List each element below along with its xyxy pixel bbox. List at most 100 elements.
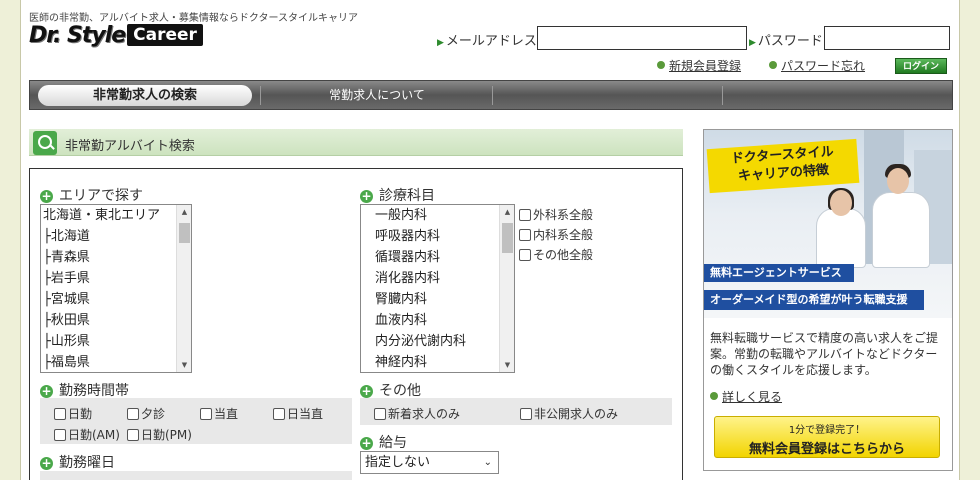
nav-tab-fulltime[interactable]: 常勤求人について bbox=[262, 81, 492, 109]
plus-icon: + bbox=[360, 384, 373, 398]
list-item[interactable]: ├宮城県 bbox=[41, 289, 191, 310]
list-item[interactable]: 消化器内科 bbox=[361, 268, 514, 289]
checkbox-internal-all[interactable]: 内科系全般 bbox=[519, 226, 593, 243]
salary-select[interactable]: 指定しない ⌄ bbox=[360, 451, 499, 474]
checkbox-surgery-all[interactable]: 外科系全般 bbox=[519, 206, 593, 223]
list-item[interactable]: 循環器内科 bbox=[361, 247, 514, 268]
email-label: ▶ メールアドレス bbox=[437, 34, 537, 49]
password-input[interactable] bbox=[824, 26, 950, 50]
free-register-button[interactable]: 1分で登録完了！ 無料会員登録はこちらから bbox=[714, 416, 940, 458]
checkbox-private-only[interactable]: 非公開求人のみ bbox=[520, 405, 618, 422]
other-heading: + その他 bbox=[360, 383, 421, 399]
site-logo[interactable]: Dr. Style Career bbox=[29, 22, 203, 48]
sidebar-description: 無料転職サービスで精度の高い求人をご提案。常勤の転職やアルバイトなどドクターの働… bbox=[710, 331, 939, 377]
doctor-female-figure bbox=[816, 208, 866, 268]
weekday-options-area bbox=[40, 471, 352, 480]
nav-divider bbox=[492, 86, 493, 105]
specialty-heading: + 診療科目 bbox=[360, 188, 435, 204]
email-input[interactable] bbox=[537, 26, 747, 50]
checkbox-day-am[interactable]: 日勤(AM) bbox=[54, 426, 120, 443]
list-item[interactable]: ├岩手県 bbox=[41, 268, 191, 289]
nav-tab-parttime-search[interactable]: 非常勤求人の検索 bbox=[38, 85, 252, 106]
search-section-header: 非常勤アルバイト検索 bbox=[29, 129, 683, 156]
nav-divider bbox=[722, 86, 723, 105]
checkbox-box[interactable] bbox=[127, 429, 139, 441]
checkbox-box[interactable] bbox=[374, 408, 386, 420]
chevron-down-icon: ⌄ bbox=[483, 457, 492, 468]
checkbox-box[interactable] bbox=[54, 408, 66, 420]
checkbox-box[interactable] bbox=[200, 408, 212, 420]
area-heading: + エリアで探す bbox=[40, 188, 143, 204]
page-frame: 医師の非常勤、アルバイト求人・募集情報ならドクタースタイルキャリア Dr. St… bbox=[20, 0, 960, 480]
list-item[interactable]: ├秋田県 bbox=[41, 310, 191, 331]
banner-title-tag: ドクタースタイル キャリアの特徴 bbox=[706, 138, 860, 194]
sidebar-feature-box: ドクタースタイル キャリアの特徴 無料エージェントサービス オーダーメイド型の希… bbox=[703, 129, 953, 471]
plus-icon: + bbox=[40, 384, 53, 398]
checkbox-box[interactable] bbox=[127, 408, 139, 420]
scroll-up-icon[interactable]: ▲ bbox=[177, 205, 191, 219]
specialty-listbox[interactable]: 一般内科 呼吸器内科 循環器内科 消化器内科 腎臓内科 血液内科 内分泌代謝内科… bbox=[360, 204, 515, 373]
checkbox-box[interactable] bbox=[273, 408, 285, 420]
list-item[interactable]: 北海道・東北エリア bbox=[41, 205, 191, 226]
scroll-thumb[interactable] bbox=[502, 223, 513, 253]
weekday-heading: + 勤務曜日 bbox=[40, 455, 115, 471]
bullet-icon bbox=[769, 61, 777, 69]
register-link[interactable]: 新規会員登録 bbox=[657, 57, 741, 74]
checkbox-other-all[interactable]: その他全般 bbox=[519, 246, 593, 263]
search-panel: + エリアで探す 北海道・東北エリア ├北海道 ├青森県 ├岩手県 ├宮城県 ├秋… bbox=[29, 168, 683, 480]
login-button[interactable]: ログイン bbox=[895, 58, 947, 74]
ribbon-agent-service: 無料エージェントサービス bbox=[704, 264, 854, 282]
checkbox-new-only[interactable]: 新着求人のみ bbox=[374, 405, 460, 422]
forgot-password-link[interactable]: パスワード忘れ bbox=[769, 57, 865, 74]
doctor-male-figure bbox=[872, 192, 930, 268]
list-item[interactable]: ├山形県 bbox=[41, 331, 191, 352]
plus-icon: + bbox=[40, 189, 53, 203]
scroll-down-icon[interactable]: ▼ bbox=[500, 358, 514, 372]
scroll-up-icon[interactable]: ▲ bbox=[500, 205, 514, 219]
logo-dr-text: Dr. Style bbox=[29, 22, 126, 48]
cta-subtext: 1分で登録完了！ bbox=[788, 425, 866, 436]
bullet-icon bbox=[710, 392, 718, 400]
list-item[interactable]: 呼吸器内科 bbox=[361, 226, 514, 247]
list-item[interactable]: ├青森県 bbox=[41, 247, 191, 268]
list-item[interactable]: ├福島県 bbox=[41, 352, 191, 372]
hours-heading: + 勤務時間帯 bbox=[40, 383, 129, 399]
list-item[interactable]: 神経内科 bbox=[361, 352, 514, 372]
checkbox-box[interactable] bbox=[520, 408, 532, 420]
plus-icon: + bbox=[40, 456, 53, 470]
list-item[interactable]: 一般内科 bbox=[361, 205, 514, 226]
scrollbar[interactable]: ▲ ▼ bbox=[499, 205, 514, 372]
list-item[interactable]: 腎臓内科 bbox=[361, 289, 514, 310]
plus-icon: + bbox=[360, 189, 373, 203]
checkbox-day-pm[interactable]: 日勤(PM) bbox=[127, 426, 192, 443]
checkbox-box[interactable] bbox=[519, 209, 531, 221]
more-details-link[interactable]: 詳しく見る bbox=[710, 388, 782, 405]
list-item[interactable]: ├北海道 bbox=[41, 226, 191, 247]
checkbox-day-night[interactable]: 日当直 bbox=[273, 405, 323, 422]
bullet-icon bbox=[657, 61, 665, 69]
cta-label: 無料会員登録はこちらから bbox=[748, 442, 905, 457]
checkbox-box[interactable] bbox=[519, 249, 531, 261]
triangle-right-icon: ▶ bbox=[749, 38, 756, 48]
triangle-right-icon: ▶ bbox=[437, 38, 444, 48]
checkbox-evening[interactable]: 夕診 bbox=[127, 405, 165, 422]
magnifier-icon bbox=[33, 131, 57, 155]
checkbox-night[interactable]: 当直 bbox=[200, 405, 238, 422]
checkbox-box[interactable] bbox=[519, 229, 531, 241]
main-nav: 非常勤求人の検索 常勤求人について bbox=[29, 80, 953, 110]
logo-career-text: Career bbox=[127, 24, 203, 46]
ribbon-ordermade-support: オーダーメイド型の希望が叶う転職支援 bbox=[704, 290, 924, 310]
feature-banner[interactable]: ドクタースタイル キャリアの特徴 無料エージェントサービス オーダーメイド型の希… bbox=[704, 130, 952, 318]
scroll-thumb[interactable] bbox=[179, 223, 190, 243]
scrollbar[interactable]: ▲ ▼ bbox=[176, 205, 191, 372]
list-item[interactable]: 内分泌代謝内科 bbox=[361, 331, 514, 352]
list-item[interactable]: 血液内科 bbox=[361, 310, 514, 331]
password-label: ▶ パスワード bbox=[749, 34, 823, 49]
checkbox-day[interactable]: 日勤 bbox=[54, 405, 92, 422]
nav-divider bbox=[260, 86, 261, 105]
area-listbox[interactable]: 北海道・東北エリア ├北海道 ├青森県 ├岩手県 ├宮城県 ├秋田県 ├山形県 … bbox=[40, 204, 192, 373]
plus-icon: + bbox=[360, 436, 373, 450]
checkbox-box[interactable] bbox=[54, 429, 66, 441]
scroll-down-icon[interactable]: ▼ bbox=[177, 358, 191, 372]
doctor-female-face bbox=[830, 190, 852, 216]
